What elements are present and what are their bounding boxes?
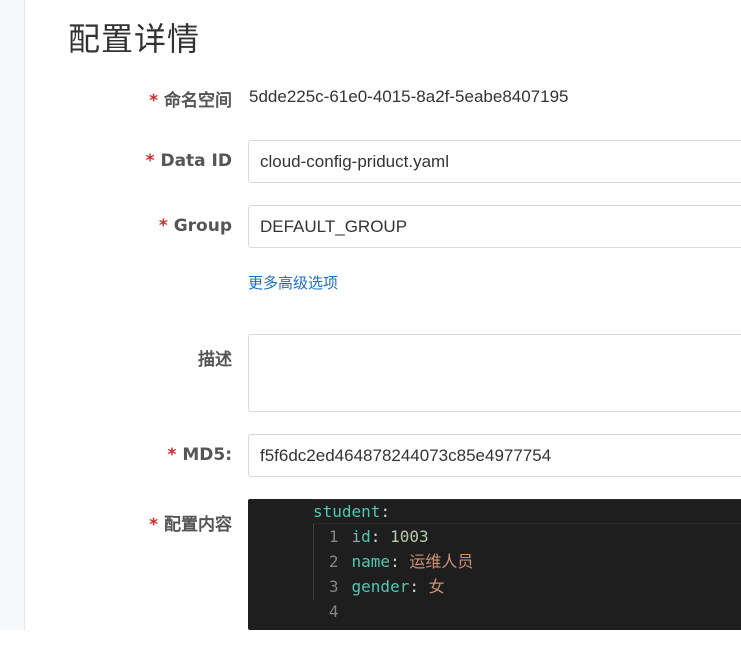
yaml-value: 1003 xyxy=(380,527,429,546)
required-asterisk: * xyxy=(149,515,158,535)
config-content-editor[interactable]: 1 student: 2 id: 1003 3 name: 运维人员 4 gend… xyxy=(248,499,741,630)
line-number: 4 xyxy=(328,602,339,621)
yaml-colon: : xyxy=(390,552,400,571)
namespace-value: 5dde225c-61e0-4015-8a2f-5eabe8407195 xyxy=(249,87,569,106)
editor-line[interactable]: 3 name: 运维人员 xyxy=(248,549,473,596)
required-asterisk: * xyxy=(145,151,155,171)
yaml-colon: : xyxy=(370,527,381,546)
group-input[interactable]: DEFAULT_GROUP xyxy=(248,205,741,248)
yaml-key: id xyxy=(351,527,371,546)
group-label-text: Group xyxy=(173,216,232,236)
md5-label-text: MD5: xyxy=(182,445,232,465)
advanced-options-link[interactable]: 更多高级选项 xyxy=(248,272,338,293)
md5-label: * MD5: xyxy=(167,445,232,465)
yaml-colon: : xyxy=(409,577,419,596)
yaml-key: gender xyxy=(351,577,410,596)
required-asterisk: * xyxy=(167,445,177,465)
page-title: 配置详情 xyxy=(68,20,201,58)
sidebar-edge xyxy=(0,0,25,630)
required-asterisk: * xyxy=(149,91,158,111)
data-id-value: cloud-config-priduct.yaml xyxy=(260,151,449,171)
namespace-label: * 命名空间 xyxy=(149,86,232,111)
yaml-colon: : xyxy=(380,502,391,521)
editor-line[interactable]: 1 student: xyxy=(248,499,390,546)
md5-field[interactable]: f5f6dc2ed464878244073c85e4977754 xyxy=(248,434,741,477)
data-id-label: * Data ID xyxy=(146,151,232,171)
group-value: DEFAULT_GROUP xyxy=(260,216,408,236)
yaml-value: 女 xyxy=(418,577,445,596)
data-id-label-text: Data ID xyxy=(160,151,232,171)
content-label: * 配置内容 xyxy=(149,510,232,535)
description-textarea[interactable] xyxy=(248,334,741,412)
yaml-key: name xyxy=(351,552,391,571)
description-label-text: 描述 xyxy=(198,350,232,370)
group-label: * Group xyxy=(159,216,232,236)
editor-line[interactable]: 4 gender: 女 xyxy=(248,574,445,621)
md5-value: f5f6dc2ed464878244073c85e4977754 xyxy=(260,445,552,465)
content-label-text: 配置内容 xyxy=(164,515,232,535)
required-asterisk: * xyxy=(158,216,168,236)
namespace-label-text: 命名空间 xyxy=(164,91,232,111)
yaml-value: 运维人员 xyxy=(399,552,474,571)
yaml-key: student xyxy=(313,502,381,521)
description-label: 描述 xyxy=(198,345,232,370)
editor-line[interactable]: 2 id: 1003 xyxy=(248,524,429,571)
data-id-input[interactable]: cloud-config-priduct.yaml xyxy=(248,140,741,183)
